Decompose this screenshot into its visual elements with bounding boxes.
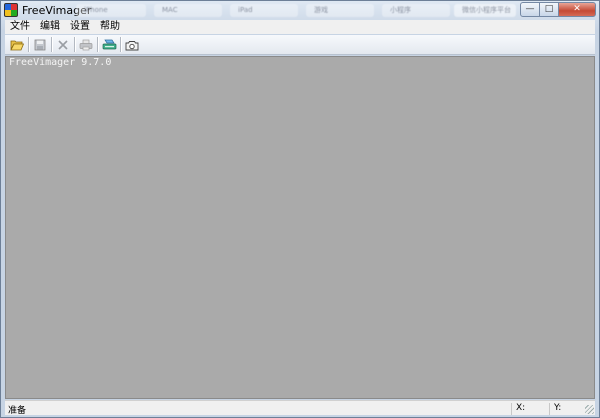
minimize-button[interactable]: —	[520, 2, 540, 17]
status-y-coordinate: Y:	[549, 403, 583, 415]
toolbar-separator	[51, 37, 52, 52]
close-file-button[interactable]	[53, 36, 73, 54]
toolbar-separator	[120, 37, 121, 52]
toolbar-separator	[74, 37, 75, 52]
folder-open-icon	[10, 40, 24, 50]
save-icon	[34, 39, 46, 50]
background-tab: 游戏	[306, 4, 374, 17]
save-button[interactable]	[30, 36, 50, 54]
close-window-button[interactable]: ✕	[558, 2, 596, 17]
open-button[interactable]	[7, 36, 27, 54]
toolbar	[5, 35, 595, 55]
toolbar-separator	[28, 37, 29, 52]
menu-bar: 文件 编辑 设置 帮助	[5, 20, 595, 34]
version-label: FreeVimager 9.7.0	[9, 57, 112, 68]
status-x-coordinate: X:	[511, 403, 549, 415]
menu-edit[interactable]: 编辑	[35, 20, 65, 34]
camera-icon	[125, 40, 139, 50]
app-window: FreeVimager iPhone MAC iPad 游戏 小程序 微信小程序…	[0, 0, 600, 418]
window-controls: — □ ✕	[520, 2, 596, 18]
capture-button[interactable]	[122, 36, 142, 54]
background-tab: iPhone	[76, 4, 146, 17]
app-logo-icon[interactable]	[4, 3, 18, 17]
menu-help[interactable]: 帮助	[95, 20, 125, 34]
menu-file[interactable]: 文件	[5, 20, 35, 34]
print-button[interactable]	[76, 36, 96, 54]
printer-icon	[79, 39, 93, 50]
close-x-icon	[58, 39, 68, 50]
scan-button[interactable]	[99, 36, 119, 54]
title-bar[interactable]: FreeVimager iPhone MAC iPad 游戏 小程序 微信小程序…	[1, 1, 599, 20]
background-tab: 微信小程序平台	[454, 4, 516, 17]
maximize-button[interactable]: □	[539, 2, 559, 17]
background-tab: 小程序	[382, 4, 450, 17]
scanner-icon	[102, 39, 116, 49]
toolbar-separator	[97, 37, 98, 52]
background-tab: MAC	[154, 4, 222, 17]
status-bar: 准备 X: Y:	[5, 400, 595, 416]
menu-settings[interactable]: 设置	[65, 20, 95, 34]
image-view-area[interactable]: FreeVimager 9.7.0	[5, 56, 595, 399]
background-tab: iPad	[230, 4, 298, 17]
background-taskbar-tabs: iPhone MAC iPad 游戏 小程序 微信小程序平台	[76, 4, 516, 17]
resize-grip[interactable]	[585, 405, 594, 414]
status-text: 准备	[8, 406, 27, 416]
